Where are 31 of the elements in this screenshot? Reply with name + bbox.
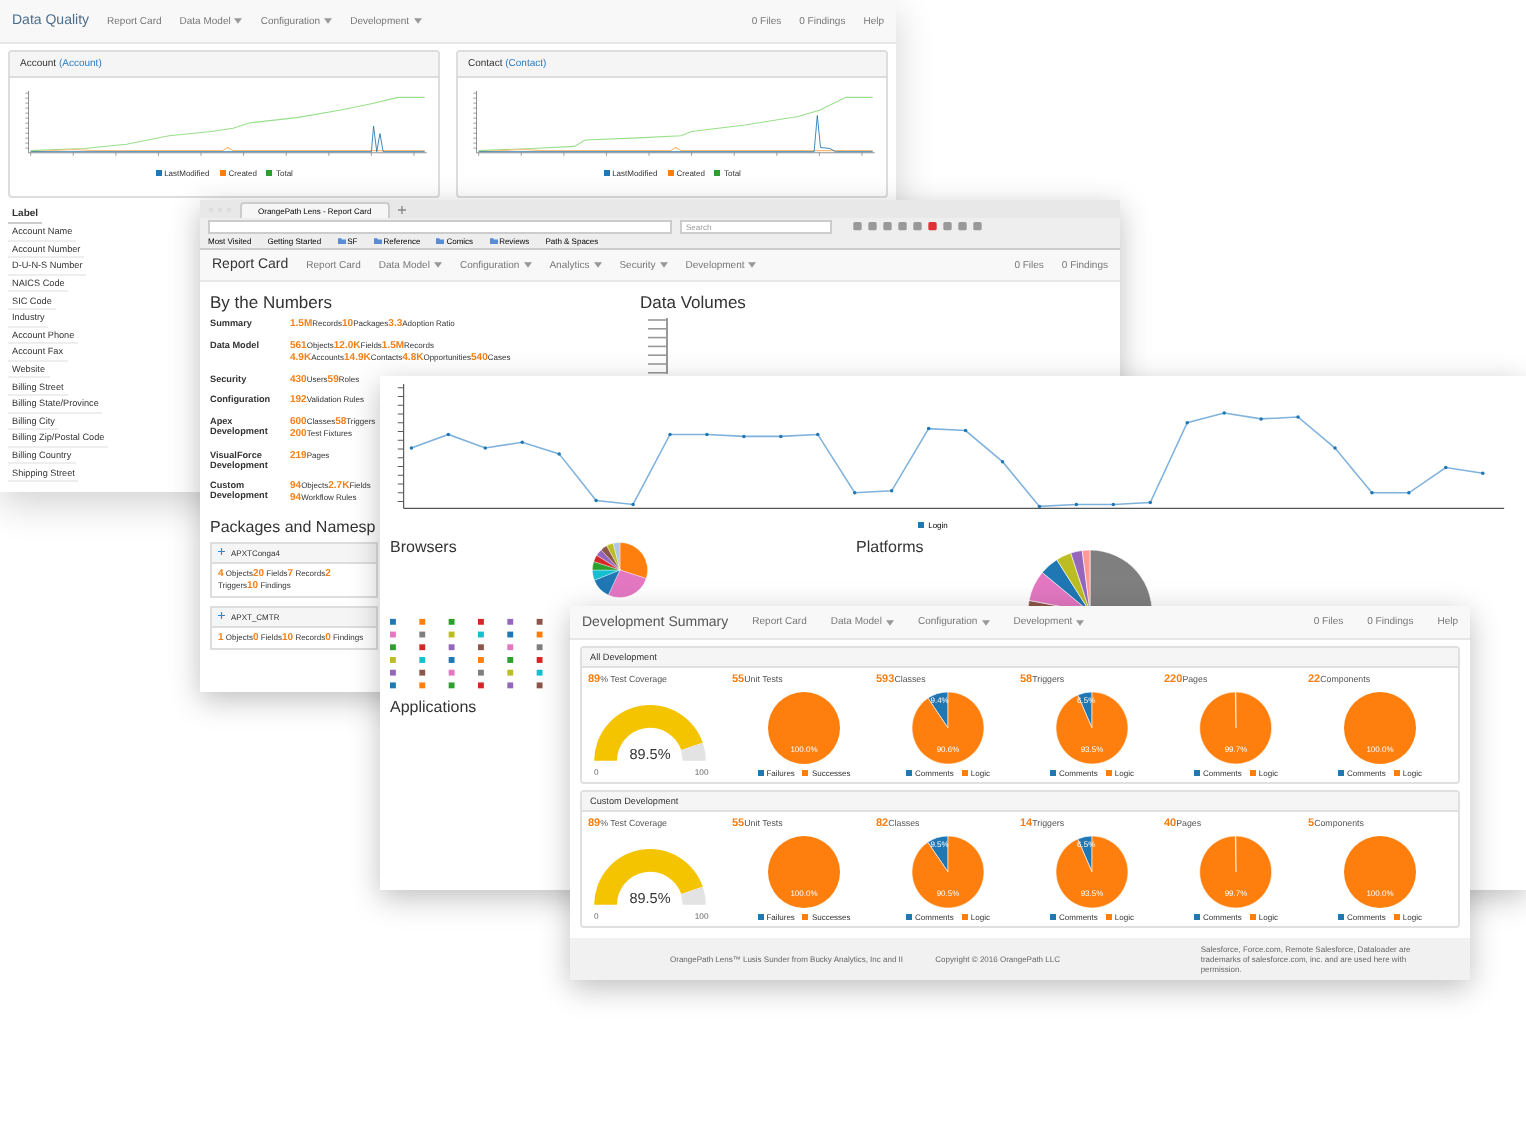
- section-heading: Applications: [390, 698, 479, 716]
- chart-legend: [1194, 768, 1278, 778]
- section-heading: Packages and Namesp: [210, 517, 378, 535]
- chart-legend: [1338, 768, 1422, 778]
- pie-slice: [1199, 835, 1272, 909]
- new-tab-icon[interactable]: [397, 205, 406, 213]
- pie-chart-drawing: [590, 540, 650, 600]
- chart-legend: [1194, 912, 1278, 922]
- chart-legend: [1338, 912, 1422, 922]
- chart-legend: [1050, 768, 1134, 778]
- pie-slice: [1344, 836, 1416, 908]
- gauge-reading: 89.5%: [629, 888, 671, 907]
- gauge-reading: 89.5%: [629, 744, 671, 763]
- pie-slice: [1199, 691, 1272, 765]
- chart-axis-drawing: [644, 318, 668, 374]
- plus-icon[interactable]: [218, 612, 225, 620]
- chart-legend: [1050, 912, 1134, 922]
- chart-legend: [757, 768, 851, 778]
- chart-legend: [906, 912, 990, 922]
- pie-slice: [768, 836, 840, 908]
- section-heading: Browsers: [390, 538, 459, 556]
- section-heading: Platforms: [856, 538, 926, 556]
- legend-swatch: [918, 522, 925, 528]
- section-heading: Data Volumes: [640, 292, 748, 312]
- pie-slice: [1344, 692, 1416, 764]
- chart-legend: [906, 768, 990, 778]
- section-heading: By the Numbers: [210, 292, 334, 312]
- address-bar[interactable]: [208, 219, 672, 233]
- pie-slice: [768, 692, 840, 764]
- plus-icon[interactable]: [218, 548, 225, 556]
- chart-legend: [757, 912, 851, 922]
